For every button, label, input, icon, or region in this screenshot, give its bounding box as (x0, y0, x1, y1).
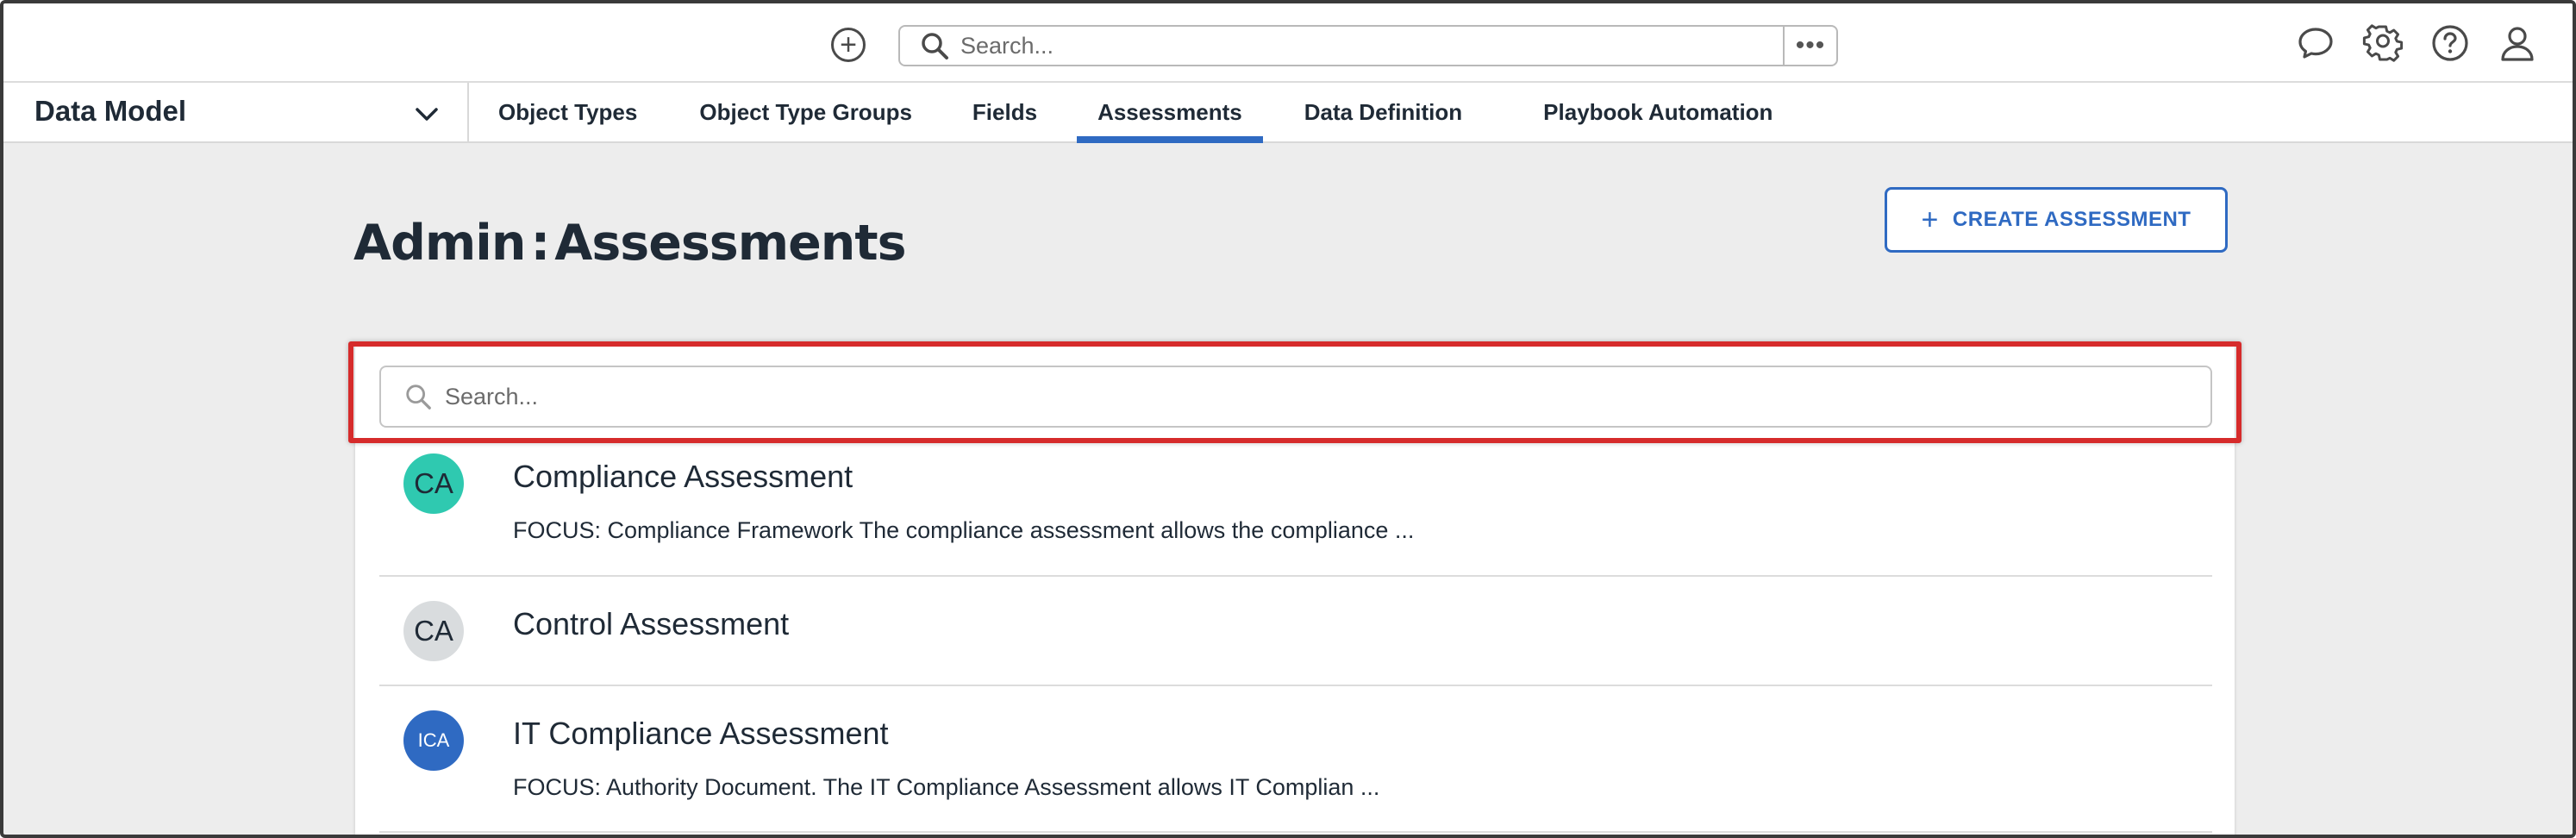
avatar: ICA (403, 710, 464, 771)
module-selector-label: Data Model (34, 95, 187, 127)
assessment-name: Compliance Assessment (513, 459, 853, 494)
gear-icon[interactable] (2362, 22, 2404, 64)
plus-icon: + (1921, 203, 1939, 236)
assessment-description: FOCUS: Authority Document. The IT Compli… (513, 774, 1380, 800)
chat-icon[interactable] (2295, 22, 2336, 64)
tab-object-type-groups[interactable]: Object Type Groups (678, 83, 933, 141)
tab-data-definition[interactable]: Data Definition (1284, 83, 1483, 141)
list-item[interactable]: CA Compliance Assessment FOCUS: Complian… (379, 443, 2212, 577)
top-icons (2295, 22, 2538, 64)
tab-object-types[interactable]: Object Types (478, 83, 658, 141)
global-search-input[interactable] (959, 31, 1783, 60)
create-assessment-label: CREATE ASSESSMENT (1952, 208, 2191, 231)
assessment-description: FOCUS: Compliance Framework The complian… (513, 517, 1415, 543)
add-icon[interactable]: + (831, 28, 866, 62)
avatar: CA (403, 453, 464, 514)
chevron-down-icon (416, 108, 438, 121)
create-assessment-button[interactable]: + CREATE ASSESSMENT (1885, 187, 2228, 253)
help-icon[interactable] (2429, 22, 2471, 64)
search-icon (922, 33, 948, 59)
assessment-search-input[interactable] (443, 382, 2210, 411)
page-title: Admin: Assessments (353, 215, 907, 272)
list-item[interactable]: CA Control Assessment (379, 577, 2212, 686)
page-title-text: Assessments (554, 215, 906, 272)
assessment-name: Control Assessment (513, 606, 790, 641)
user-icon[interactable] (2497, 22, 2538, 64)
avatar: CA (403, 601, 464, 661)
assessment-name: IT Compliance Assessment (513, 716, 889, 751)
list-item[interactable]: ICA IT Compliance Assessment FOCUS: Auth… (379, 686, 2212, 833)
nav-tabs: Object Types Object Type Groups Fields A… (469, 83, 1793, 143)
tab-fields[interactable]: Fields (952, 83, 1058, 141)
top-bar: + ••• (3, 3, 2573, 83)
page-title-separator: : (530, 215, 550, 272)
tab-assessments[interactable]: Assessments (1077, 83, 1263, 143)
module-selector[interactable]: Data Model (3, 83, 469, 141)
assessment-search-box (379, 366, 2212, 428)
search-icon (406, 385, 431, 410)
page-title-prefix: Admin (353, 215, 526, 272)
tab-playbook-automation[interactable]: Playbook Automation (1522, 83, 1793, 141)
global-search-box: ••• (898, 25, 1838, 66)
module-nav-bar: Data Model Object Types Object Type Grou… (3, 83, 2573, 143)
app-window: + ••• (0, 0, 2576, 838)
more-options-icon[interactable]: ••• (1783, 27, 1836, 65)
